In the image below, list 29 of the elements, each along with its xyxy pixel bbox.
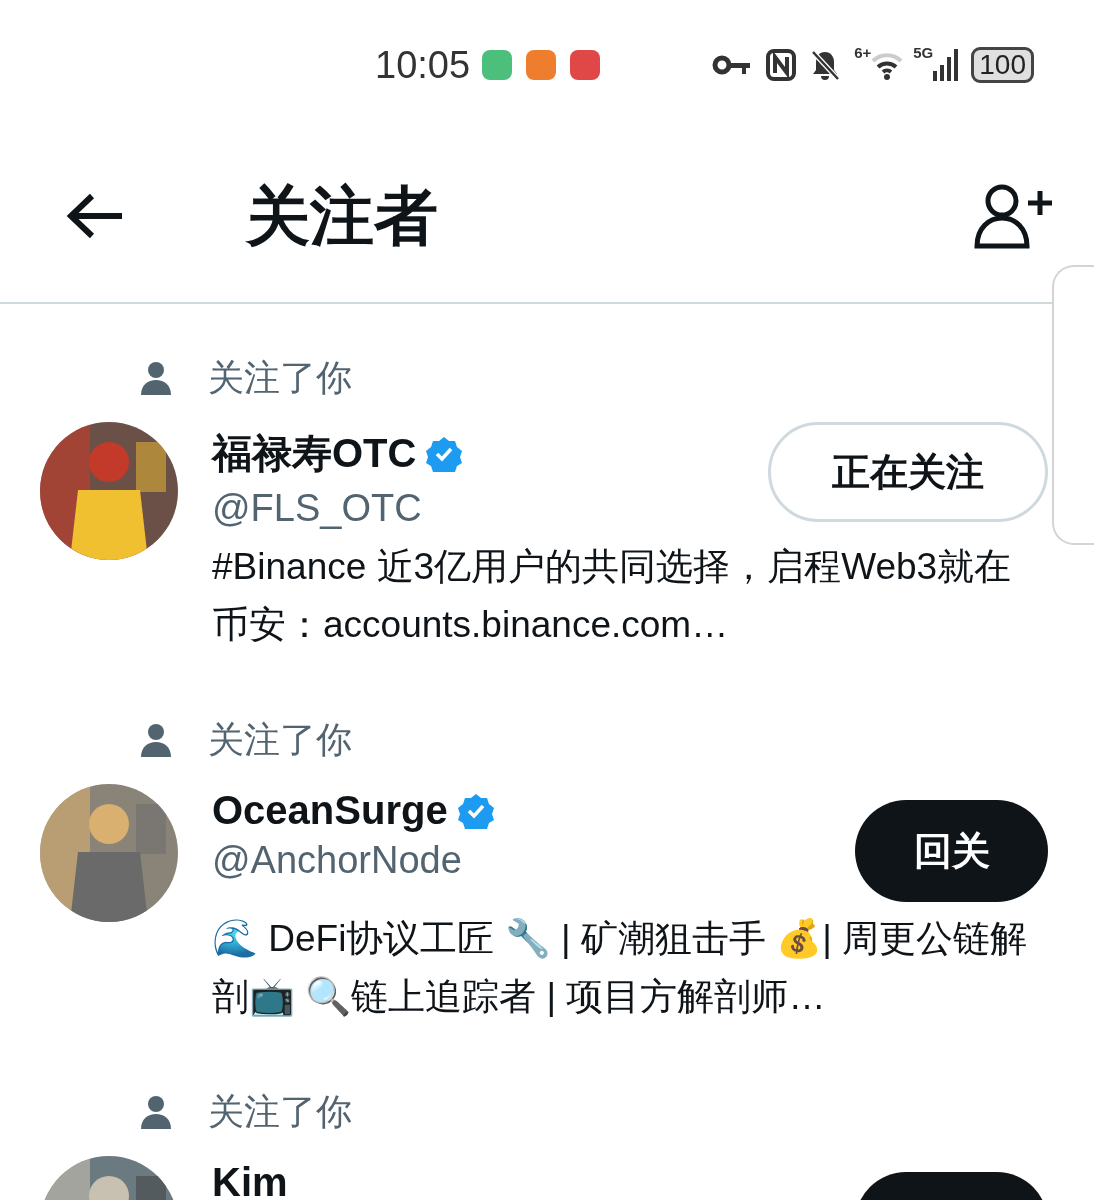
user-name[interactable]: 福禄寿OTC	[212, 426, 417, 481]
network-label: 5G	[913, 44, 934, 61]
person-icon	[140, 723, 172, 757]
user-handle: @AnchorNode	[212, 839, 463, 882]
battery-indicator: 100	[971, 47, 1034, 83]
person-icon	[140, 361, 172, 395]
page-title: 关注者	[246, 178, 439, 254]
muted-bell-icon	[810, 49, 841, 81]
back-icon[interactable]	[66, 192, 124, 240]
user-name[interactable]: Kim	[212, 1160, 288, 1200]
user-bio: 🌊 DeFi协议工匠 🔧 | 矿潮狙击手 💰| 周更公链解剖📺 🔍链上追踪者 | 项目方解剖师…	[212, 917, 1029, 1019]
person-icon	[140, 1095, 172, 1129]
add-person-icon[interactable]	[974, 183, 1054, 249]
side-panel-handle[interactable]	[1052, 265, 1094, 545]
user-name[interactable]: OceanSurge	[212, 788, 448, 833]
followed-you-label: 关注了你	[208, 1089, 352, 1134]
follow-back-button[interactable]: 回关	[855, 800, 1048, 902]
wifi-icon	[871, 50, 904, 80]
following-button[interactable]: 正在关注	[768, 422, 1048, 522]
user-handle: @FLS_OTC	[212, 487, 423, 530]
followed-you-label: 关注了你	[208, 717, 352, 762]
followed-you-label: 关注了你	[208, 355, 352, 400]
verified-badge-icon	[426, 435, 463, 472]
user-bio: #Binance 近3亿用户的共同选择，启程Web3就在币安：accounts.binance.com…	[212, 545, 1013, 647]
key-icon	[712, 54, 753, 76]
wifi-label: 6+	[854, 44, 872, 61]
verified-badge-icon	[457, 792, 494, 829]
clock: 10:05	[375, 43, 471, 87]
nfc-icon	[766, 49, 797, 81]
